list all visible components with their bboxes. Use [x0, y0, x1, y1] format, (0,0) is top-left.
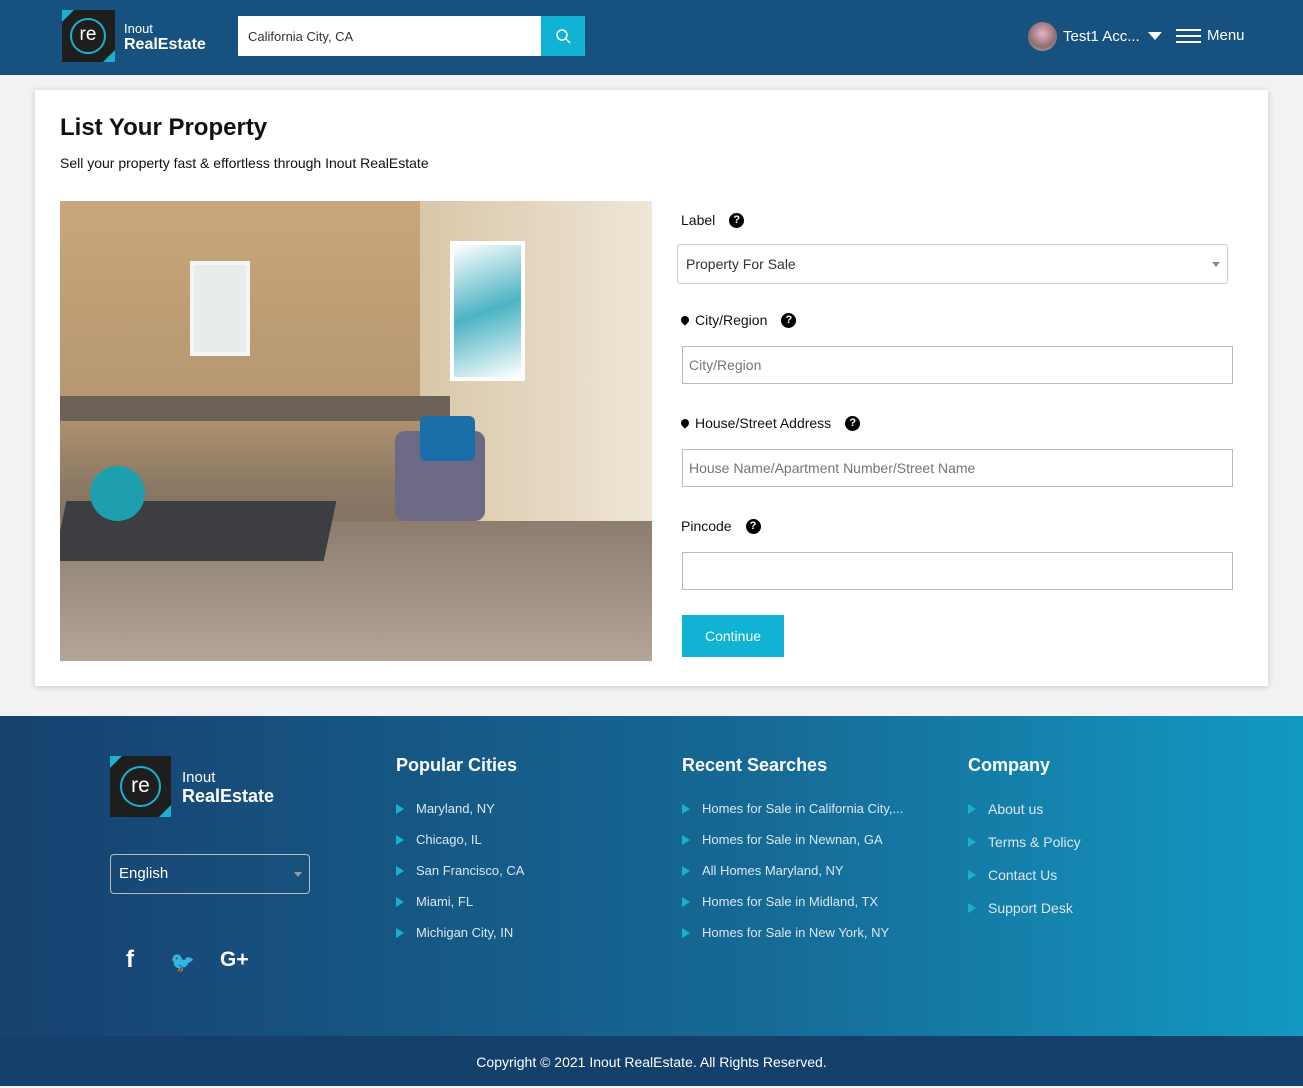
list-item[interactable]: Homes for Sale in Newnan, GA — [682, 832, 903, 863]
popular-cities-heading: Popular Cities — [396, 755, 518, 775]
recent-searches-list: Homes for Sale in California City,... Ho… — [682, 801, 903, 956]
page-subtitle: Sell your property fast & effortless thr… — [60, 155, 429, 171]
logo[interactable]: re — [62, 10, 115, 62]
page-title: List Your Property — [60, 114, 268, 141]
brand-name[interactable]: Inout RealEstate — [124, 22, 206, 53]
list-item[interactable]: Support Desk — [968, 900, 1081, 933]
list-item[interactable]: San Francisco, CA — [396, 863, 524, 894]
search-input[interactable] — [238, 16, 541, 56]
help-icon[interactable]: ? — [781, 312, 797, 328]
twitter-icon[interactable]: 🐦 — [170, 950, 195, 975]
user-name[interactable]: Test1 Acc... — [1063, 28, 1140, 45]
company-list: About us Terms & Policy Contact Us Suppo… — [968, 801, 1081, 933]
copyright: Copyright © 2021 Inout RealEstate. All R… — [0, 1036, 1303, 1086]
top-header: re InoutRealEstate Test1 Acc... Menu — [0, 0, 1303, 75]
google-plus-icon[interactable]: G+ — [220, 948, 249, 972]
list-item[interactable]: Contact Us — [968, 867, 1081, 900]
recent-searches-heading: Recent Searches — [682, 755, 828, 775]
list-item[interactable]: Michigan City, IN — [396, 925, 524, 956]
company-heading: Company — [968, 755, 1051, 775]
chevron-down-icon[interactable] — [1148, 32, 1162, 40]
list-item[interactable]: Homes for Sale in New York, NY — [682, 925, 903, 956]
help-icon[interactable]: ? — [745, 518, 761, 534]
map-marker-icon — [679, 314, 691, 326]
list-item[interactable]: Homes for Sale in Midland, TX — [682, 894, 903, 925]
address-label: House/Street Address? — [679, 415, 861, 431]
search-icon — [556, 29, 571, 44]
hamburger-icon[interactable] — [1176, 29, 1201, 43]
pincode-input[interactable] — [682, 552, 1233, 590]
address-input[interactable] — [682, 449, 1233, 487]
list-item[interactable]: Chicago, IL — [396, 832, 524, 863]
pincode-label: Pincode? — [681, 518, 761, 534]
list-item[interactable]: Miami, FL — [396, 894, 524, 925]
list-item[interactable]: About us — [968, 801, 1081, 834]
help-icon[interactable]: ? — [845, 415, 861, 431]
menu-button[interactable]: Menu — [1207, 27, 1245, 44]
list-item[interactable]: Maryland, NY — [396, 801, 524, 832]
city-label: City/Region? — [679, 312, 797, 328]
list-item[interactable]: All Homes Maryland, NY — [682, 863, 903, 894]
map-marker-icon — [679, 417, 691, 429]
popular-cities-list: Maryland, NY Chicago, IL San Francisco, … — [396, 801, 524, 956]
city-input[interactable] — [682, 346, 1233, 384]
facebook-icon[interactable]: f — [126, 946, 134, 974]
label-field-label: Label? — [681, 212, 745, 228]
footer-brand: Inout RealEstate — [182, 769, 275, 806]
language-select[interactable]: English — [110, 854, 310, 894]
continue-button[interactable]: Continue — [682, 615, 784, 657]
living-room-photo — [60, 201, 652, 661]
footer-logo[interactable]: re — [110, 756, 171, 817]
label-select[interactable]: Property For Sale — [677, 244, 1228, 284]
list-item[interactable]: Terms & Policy — [968, 834, 1081, 867]
help-icon[interactable]: ? — [729, 212, 745, 228]
search-button[interactable] — [541, 16, 585, 56]
list-property-card: List Your Property Sell your property fa… — [35, 90, 1268, 686]
avatar[interactable] — [1028, 22, 1057, 51]
list-item[interactable]: Homes for Sale in California City,... — [682, 801, 903, 832]
